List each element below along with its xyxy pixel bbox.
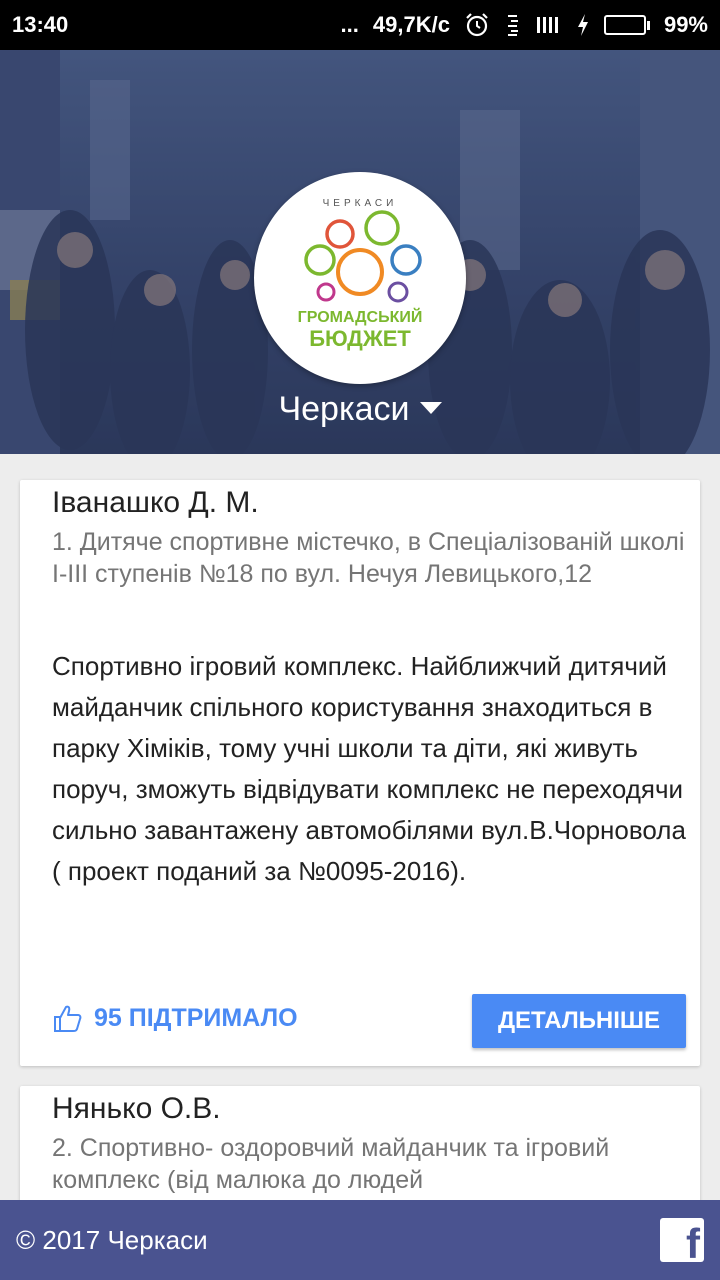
footer-bar: © 2017 Черкаси f	[0, 1200, 720, 1280]
svg-text:ЧЕРКАСИ: ЧЕРКАСИ	[323, 198, 398, 209]
support-button[interactable]: 95 ПІДТРИМАЛО	[52, 1002, 298, 1034]
project-title: 1. Дитяче спортивне містечко, в Спеціалі…	[52, 528, 685, 588]
signal-icon	[536, 17, 558, 33]
thumbs-up-icon	[54, 1005, 82, 1032]
footer-copyright: © 2017 Черкаси	[16, 1224, 208, 1255]
alarm-icon	[466, 13, 488, 37]
city-name: Черкаси	[278, 390, 410, 428]
gromadskyi-biudzhet-logo: ЧЕРКАСИ ГРОМАДСЬКИЙ БЮДЖЕТ	[254, 172, 466, 384]
vibrate-icon	[507, 15, 518, 36]
battery-percent: 99%	[663, 12, 708, 37]
status-dots: ...	[340, 12, 359, 37]
project-description: Спортивно ігровий комплекс. Найближчий д…	[52, 651, 686, 886]
battery-icon	[603, 15, 650, 35]
project-card[interactable]: Іванашко Д. М. 1. Дитяче спортивне місте…	[20, 480, 700, 1066]
city-selector[interactable]: Черкаси	[0, 390, 720, 429]
details-button[interactable]: ДЕТАЛЬНІШЕ	[472, 994, 686, 1048]
project-author: Нянько О.В.	[52, 1092, 221, 1125]
project-author: Іванашко Д. М.	[52, 486, 259, 519]
dropdown-caret-icon	[419, 402, 442, 415]
hero-banner: ЧЕРКАСИ ГРОМАДСЬКИЙ БЮДЖЕТ Черкаси	[0, 50, 720, 454]
status-icons: ... 49,7K/c 99%	[341, 12, 708, 38]
facebook-icon[interactable]: f	[660, 1218, 704, 1262]
project-title: 2. Спортивно- оздоровчий майданчик та іг…	[52, 1134, 610, 1194]
svg-text:БЮДЖЕТ: БЮДЖЕТ	[309, 326, 411, 351]
status-bar: 13:40 ... 49,7K/c 99%	[0, 0, 720, 50]
charging-icon	[577, 14, 588, 36]
network-speed: 49,7K/c	[372, 12, 450, 37]
svg-text:ГРОМАДСЬКИЙ: ГРОМАДСЬКИЙ	[298, 307, 423, 326]
status-time: 13:40	[12, 12, 69, 37]
support-count-label: 95 ПІДТРИМАЛО	[94, 1003, 298, 1032]
